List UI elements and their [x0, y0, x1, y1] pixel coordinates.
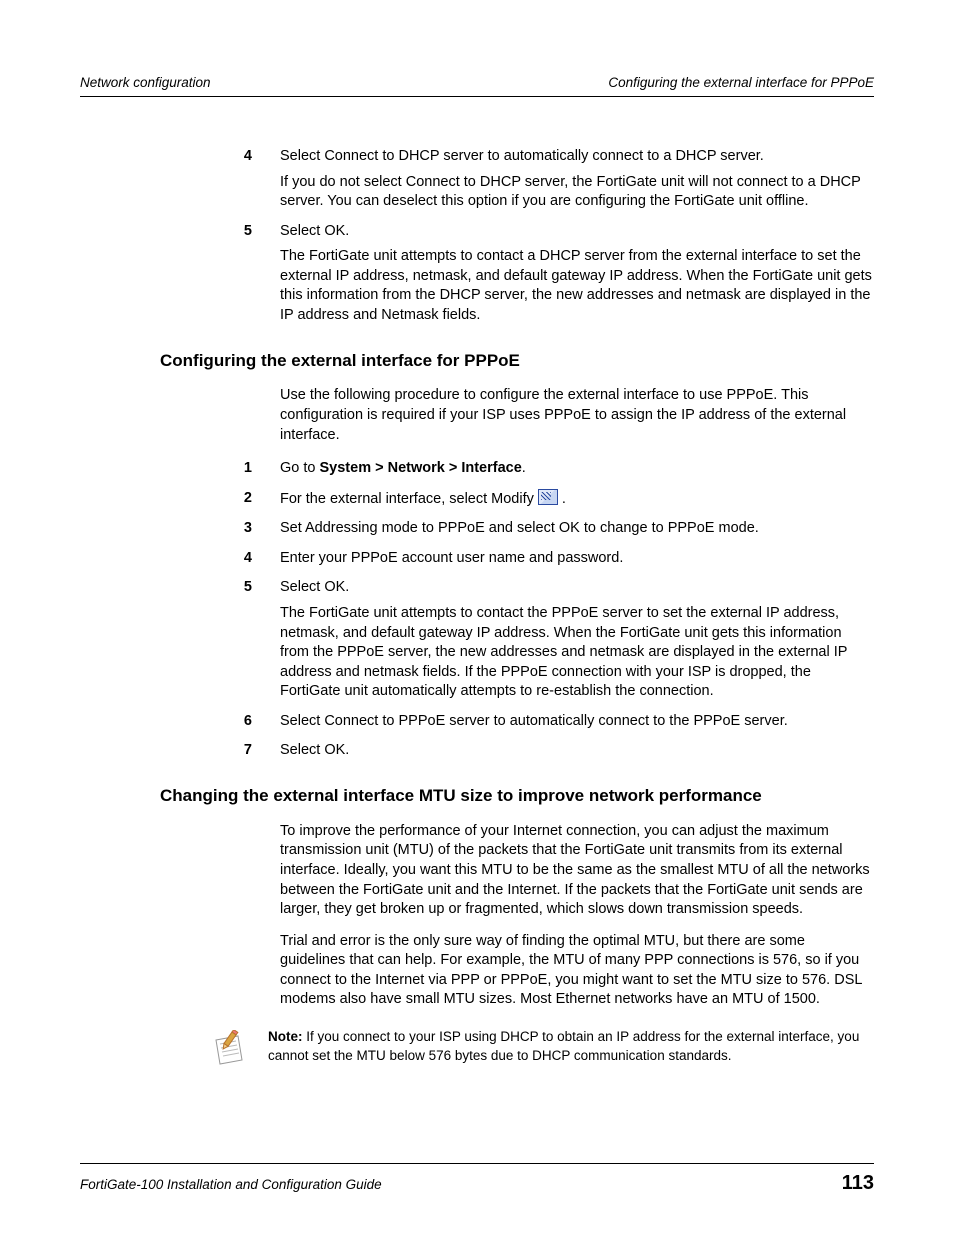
step-text: Set Addressing mode to PPPoE and select … — [280, 519, 874, 539]
step-text: Select Connect to DHCP server to automat… — [280, 147, 874, 212]
section1-intro: Use the following procedure to configure… — [280, 386, 874, 445]
step-paragraph: If you do not select Connect to DHCP ser… — [280, 173, 874, 212]
mtu-para-1: To improve the performance of your Inter… — [280, 822, 874, 920]
step-number: 1 — [80, 459, 280, 479]
step-row: 1Go to System > Network > Interface. — [80, 459, 874, 479]
running-header: Network configuration Configuring the ex… — [80, 75, 874, 97]
step-number: 7 — [80, 741, 280, 761]
note-icon — [210, 1028, 250, 1077]
step-paragraph: Select Connect to DHCP server to automat… — [280, 147, 874, 167]
header-right: Configuring the external interface for P… — [608, 75, 874, 90]
step-number: 4 — [80, 549, 280, 569]
footer-title: FortiGate-100 Installation and Configura… — [80, 1177, 382, 1192]
step-text: Select Connect to PPPoE server to automa… — [280, 712, 874, 732]
step-text: Select OK.The FortiGate unit attempts to… — [280, 578, 874, 701]
step-paragraph: Select OK. — [280, 222, 874, 242]
modify-icon — [538, 489, 558, 505]
step-row: 3Set Addressing mode to PPPoE and select… — [80, 519, 874, 539]
header-left: Network configuration — [80, 75, 211, 90]
step-number: 3 — [80, 519, 280, 539]
note-body: If you connect to your ISP using DHCP to… — [268, 1029, 859, 1063]
section-heading-mtu: Changing the external interface MTU size… — [160, 785, 874, 808]
body-content: 4Select Connect to DHCP server to automa… — [80, 97, 874, 1076]
note-label: Note: — [268, 1029, 303, 1044]
step-row: 4Enter your PPPoE account user name and … — [80, 549, 874, 569]
step-text: Go to System > Network > Interface. — [280, 459, 874, 479]
step-paragraph: The FortiGate unit attempts to contact a… — [280, 247, 874, 325]
step-text: For the external interface, select Modif… — [280, 489, 874, 510]
step-number: 4 — [80, 147, 280, 212]
footer-page-number: 113 — [842, 1172, 874, 1195]
note-text: Note: If you connect to your ISP using D… — [268, 1028, 874, 1066]
step-row: 4Select Connect to DHCP server to automa… — [80, 147, 874, 212]
step-text: Enter your PPPoE account user name and p… — [280, 549, 874, 569]
mtu-para-2: Trial and error is the only sure way of … — [280, 932, 874, 1010]
section2-body: To improve the performance of your Inter… — [280, 822, 874, 1010]
note-block: Note: If you connect to your ISP using D… — [210, 1028, 874, 1077]
step-row: 5Select OK. The FortiGate unit attempts t… — [80, 222, 874, 326]
step-number: 5 — [80, 222, 280, 326]
step-number: 5 — [80, 578, 280, 701]
step-row: 5Select OK.The FortiGate unit attempts t… — [80, 578, 874, 701]
step-row: 6Select Connect to PPPoE server to autom… — [80, 712, 874, 732]
page: Network configuration Configuring the ex… — [0, 0, 954, 1235]
step-number: 2 — [80, 489, 280, 510]
intro-text: Use the following procedure to configure… — [280, 386, 874, 445]
step-number: 6 — [80, 712, 280, 732]
step-text: Select OK. — [280, 741, 874, 761]
step-text: Select OK. The FortiGate unit attempts to… — [280, 222, 874, 326]
page-footer: FortiGate-100 Installation and Configura… — [80, 1163, 874, 1195]
step-row: 7Select OK. — [80, 741, 874, 761]
section-heading-pppoe: Configuring the external interface for P… — [160, 350, 874, 373]
step-row: 2For the external interface, select Modi… — [80, 489, 874, 510]
